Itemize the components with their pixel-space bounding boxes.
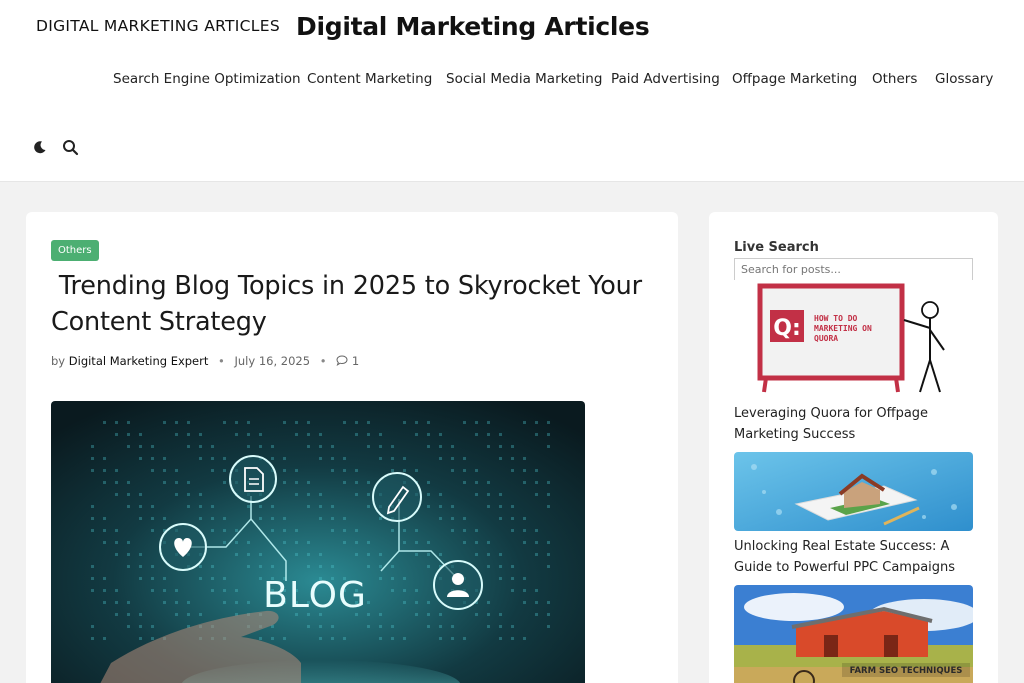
sidebar-post-link-quora[interactable]: Leveraging Quora for Offpage Marketing S…	[734, 404, 973, 445]
site-logo-text[interactable]: DIGITAL MARKETING ARTICLES	[36, 17, 280, 35]
post-card: Others Trending Blog Topics in 2025 to S…	[26, 212, 678, 683]
nav-item-paid-advertising[interactable]: Paid Advertising	[611, 71, 720, 87]
search-icon[interactable]	[60, 137, 80, 157]
hero-blog-text: BLOG	[263, 575, 367, 616]
comment-icon[interactable]	[336, 354, 352, 368]
nav-item-social-media-marketing[interactable]: Social Media Marketing	[446, 71, 602, 87]
sidebar-post-link-real-estate[interactable]: Unlocking Real Estate Success: A Guide t…	[734, 537, 973, 578]
moon-icon[interactable]	[30, 137, 50, 157]
featured-image[interactable]: BLOG	[51, 401, 585, 683]
category-badge[interactable]: Others	[51, 240, 99, 261]
post-author[interactable]: Digital Marketing Expert	[69, 354, 209, 368]
meta-separator: •	[218, 354, 225, 368]
comment-count[interactable]: 1	[352, 354, 359, 368]
post-date: July 16, 2025	[234, 354, 311, 368]
post-meta: by Digital Marketing Expert • July 16, 2…	[51, 354, 359, 368]
sidebar: Live Search Q: HOW TO DO MARKETING ON QU…	[709, 212, 998, 683]
nav-item-offpage-marketing[interactable]: Offpage Marketing	[732, 71, 857, 87]
post-thumbnail-farm[interactable]: FARM SEO TECHNIQUES	[734, 585, 973, 683]
nav-item-others[interactable]: Others	[872, 71, 917, 87]
site-header: DIGITAL MARKETING ARTICLES Digital Marke…	[0, 0, 1024, 182]
nav-item-seo[interactable]: Search Engine Optimization	[113, 71, 301, 87]
post-thumbnail-real-estate[interactable]	[734, 452, 973, 531]
farm-thumb-text: FARM SEO TECHNIQUES	[850, 666, 963, 676]
nav-item-glossary[interactable]: Glossary	[935, 71, 993, 87]
live-search-input[interactable]	[734, 258, 973, 280]
nav-item-content-marketing[interactable]: Content Marketing	[307, 71, 432, 87]
post-thumbnail-quora[interactable]: Q: HOW TO DO MARKETING ON QUORA	[734, 280, 973, 395]
by-label: by	[51, 354, 66, 368]
primary-nav: Search Engine Optimization Content Marke…	[0, 71, 1024, 91]
meta-separator: •	[319, 354, 327, 368]
post-title[interactable]: Trending Blog Topics in 2025 to Skyrocke…	[51, 268, 666, 340]
quora-thumb-text: HOW TO DO MARKETING ON QUORA	[814, 314, 872, 343]
live-search-title: Live Search	[734, 240, 819, 255]
quora-q-letter: Q:	[773, 316, 801, 341]
site-title[interactable]: Digital Marketing Articles	[296, 12, 650, 41]
